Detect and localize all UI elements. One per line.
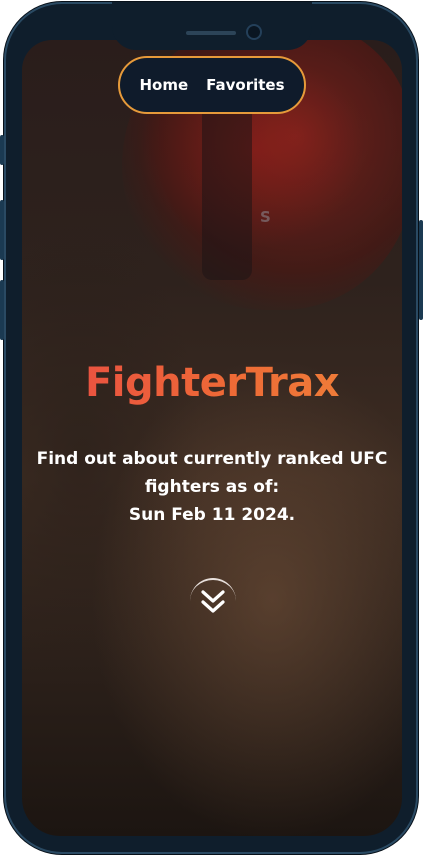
nav-bar: Home Favorites [118,56,306,114]
background-helmet-strap [202,100,252,280]
double-chevron-down-icon [201,590,225,613]
speaker [186,31,236,35]
hero-subtitle: Find out about currently ranked UFC figh… [22,445,402,529]
subtitle-line-1: Find out about currently ranked UFC [36,449,388,469]
background-helmet-mark: S [260,208,271,226]
nav-home-link[interactable]: Home [139,76,188,94]
volume-down-button [0,280,4,340]
nav-favorites-link[interactable]: Favorites [206,76,284,94]
mute-switch [0,135,4,165]
screen: S [22,40,402,836]
notch [112,2,312,50]
subtitle-line-2: fighters as of: [144,477,280,497]
front-camera [248,26,260,38]
power-button [419,220,423,320]
volume-up-button [0,200,4,260]
scroll-down-button[interactable] [190,578,236,624]
ranking-date: Sun Feb 11 2024. [128,505,296,525]
page-title: FighterTrax [22,360,402,406]
